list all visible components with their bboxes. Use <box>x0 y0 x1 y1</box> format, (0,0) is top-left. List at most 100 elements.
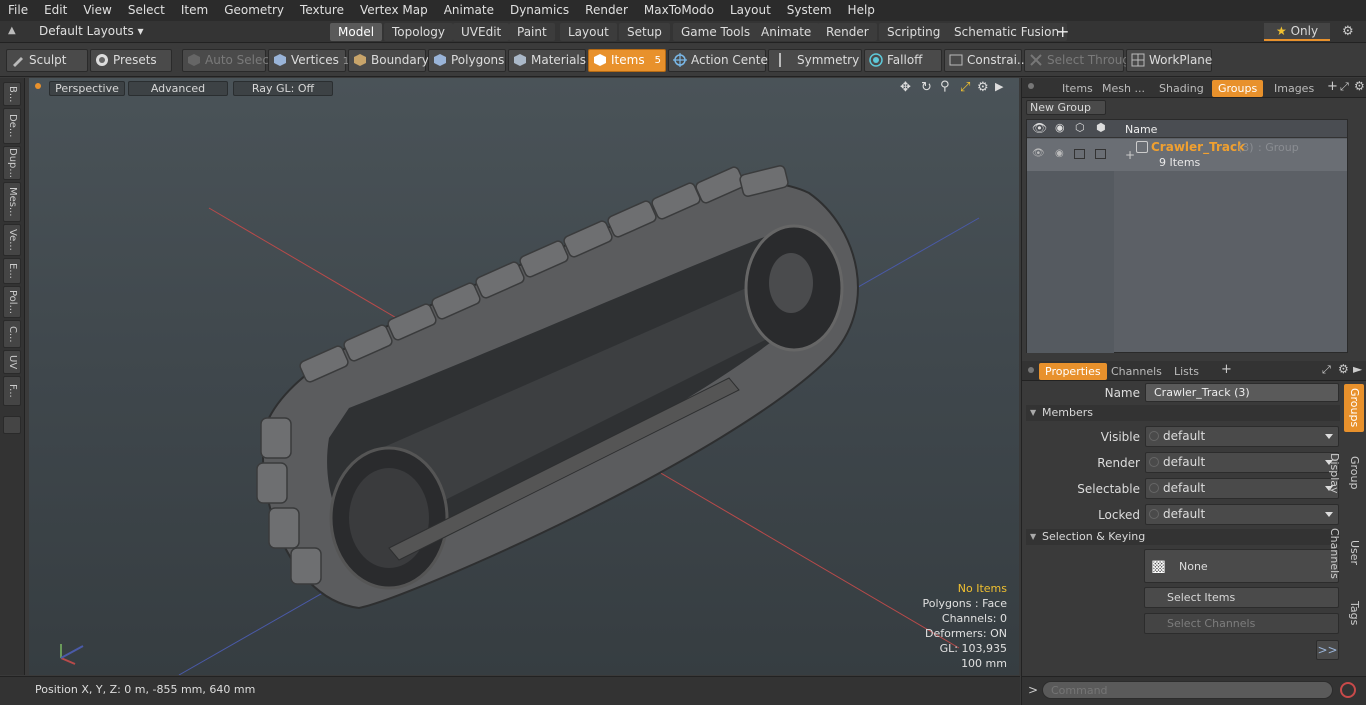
selectable-dropdown[interactable]: default <box>1145 478 1339 499</box>
menu-layout[interactable]: Layout <box>722 0 779 21</box>
presets-button[interactable]: Presets <box>90 49 172 72</box>
layout-arrow-icon[interactable]: ▲ <box>8 25 16 36</box>
render-dropdown[interactable]: default <box>1145 452 1339 473</box>
new-group-button[interactable]: New Group <box>1026 100 1106 115</box>
properties-gear-icon[interactable]: ⚙ <box>1338 362 1349 376</box>
perspective-dropdown[interactable]: Perspective <box>49 81 125 96</box>
tool-tab-basic[interactable]: B... <box>3 82 21 106</box>
menu-edit[interactable]: Edit <box>36 0 75 21</box>
tab-layout[interactable]: Layout <box>560 23 617 41</box>
tool-tab-deform[interactable]: De... <box>3 108 21 144</box>
tab-shading[interactable]: Shading <box>1153 80 1210 97</box>
tab-mesh[interactable]: Mesh ... <box>1096 80 1151 97</box>
properties-options-icon[interactable] <box>1028 367 1034 373</box>
tab-uvedit[interactable]: UVEdit <box>453 23 510 41</box>
rotate-view-icon[interactable]: ↻ <box>921 80 932 95</box>
menu-view[interactable]: View <box>75 0 119 21</box>
tool-tab-vertex[interactable]: Ve... <box>3 224 21 256</box>
add-panel-tab-icon[interactable]: + <box>1327 79 1338 94</box>
side-tab-group-display[interactable]: Group Display <box>1328 436 1364 510</box>
sculpt-button[interactable]: Sculpt <box>6 49 88 72</box>
panel-gear-icon[interactable]: ⚙ <box>1354 79 1365 93</box>
viewport-options-icon[interactable] <box>35 83 41 89</box>
keying-state-button[interactable]: ▩ None <box>1144 549 1339 583</box>
action-center-button[interactable]: Action Center <box>668 49 773 72</box>
menu-texture[interactable]: Texture <box>292 0 352 21</box>
falloff-button[interactable]: Falloff <box>864 49 942 72</box>
tool-tab-duplicate[interactable]: Dup... <box>3 146 21 180</box>
menu-vertex-map[interactable]: Vertex Map <box>352 0 436 21</box>
select-through-button[interactable]: Select Through <box>1024 49 1138 72</box>
tab-topology[interactable]: Topology <box>384 23 453 41</box>
maximize-icon[interactable]: ⤢ <box>1340 80 1349 94</box>
tab-lists[interactable]: Lists <box>1168 363 1205 380</box>
tab-setup[interactable]: Setup <box>619 23 670 41</box>
auto-select-button[interactable]: Auto Select <box>182 49 274 72</box>
vertices-button[interactable]: Vertices 1 <box>268 49 349 72</box>
select-channels-button[interactable]: Select Channels <box>1144 613 1339 634</box>
tool-tab-mesh-edit[interactable]: Mes... <box>3 182 21 222</box>
record-icon[interactable] <box>1340 682 1356 698</box>
select-items-button[interactable]: Select Items <box>1144 587 1339 608</box>
tab-game-tools[interactable]: Game Tools <box>673 23 759 41</box>
side-tab-groups[interactable]: Groups <box>1344 384 1364 432</box>
row-lock-checkbox[interactable] <box>1074 149 1085 159</box>
more-button[interactable]: >> <box>1316 640 1339 660</box>
tool-tab-polygon[interactable]: Pol... <box>3 286 21 318</box>
polygons-button[interactable]: Polygons <box>428 49 506 72</box>
tab-groups[interactable]: Groups <box>1212 80 1264 97</box>
tab-schematic-fusion[interactable]: Schematic Fusion <box>946 23 1068 41</box>
only-toggle[interactable]: ★ Only <box>1264 23 1330 41</box>
visible-dropdown[interactable]: default <box>1145 426 1339 447</box>
zoom-view-icon[interactable]: ⚲ <box>940 79 950 94</box>
menu-select[interactable]: Select <box>120 0 173 21</box>
menu-render[interactable]: Render <box>577 0 636 21</box>
tool-tab-edge[interactable]: E... <box>3 258 21 284</box>
items-button[interactable]: Items 5 <box>588 49 666 72</box>
tool-tab-uv[interactable]: UV <box>3 350 21 374</box>
expand-icon[interactable]: + <box>1125 148 1135 162</box>
tool-tab-extra[interactable] <box>3 416 21 434</box>
panel-options-icon[interactable] <box>1028 83 1034 89</box>
tab-properties[interactable]: Properties <box>1039 363 1107 380</box>
menu-system[interactable]: System <box>779 0 840 21</box>
add-tab-icon[interactable]: + <box>1056 22 1069 41</box>
symmetry-button[interactable]: Symmetry <box>768 49 862 72</box>
move-view-icon[interactable]: ✥ <box>900 80 911 95</box>
menu-item[interactable]: Item <box>173 0 216 21</box>
row-visibility-icon[interactable]: 👁 <box>1032 148 1045 159</box>
tool-tab-fusion[interactable]: F... <box>3 376 21 406</box>
viewport-expand-icon[interactable]: ▶ <box>995 80 1003 93</box>
row-render-icon[interactable]: ◉ <box>1055 148 1064 159</box>
tab-items[interactable]: Items <box>1056 80 1099 97</box>
tab-channels[interactable]: Channels <box>1105 363 1168 380</box>
menu-animate[interactable]: Animate <box>436 0 502 21</box>
properties-close-icon[interactable]: ► <box>1353 362 1362 376</box>
tab-render[interactable]: Render <box>818 23 877 41</box>
tab-animate[interactable]: Animate <box>753 23 820 41</box>
properties-maximize-icon[interactable]: ⤢ <box>1322 363 1331 377</box>
default-layouts-dropdown[interactable]: Default Layouts ▾ <box>39 24 144 38</box>
tab-paint[interactable]: Paint <box>509 23 555 41</box>
menu-file[interactable]: File <box>0 0 36 21</box>
menu-dynamics[interactable]: Dynamics <box>502 0 577 21</box>
tab-model[interactable]: Model <box>330 23 383 41</box>
add-properties-tab-icon[interactable]: + <box>1221 362 1232 377</box>
locked-dropdown[interactable]: default <box>1145 504 1339 525</box>
advanced-dropdown[interactable]: Advanced <box>128 81 228 96</box>
group-row[interactable]: 👁 ◉ + Crawler_Track (3) : Group 9 Items <box>1027 139 1347 171</box>
menu-help[interactable]: Help <box>840 0 883 21</box>
workplane-button[interactable]: WorkPlane <box>1126 49 1212 72</box>
gear-icon[interactable]: ⚙ <box>1342 24 1354 39</box>
menu-maxtomodo[interactable]: MaxToModo <box>636 0 722 21</box>
fit-view-icon[interactable]: ⤢ <box>960 80 970 95</box>
tab-scripting[interactable]: Scripting <box>879 23 949 41</box>
viewport-gear-icon[interactable]: ⚙ <box>977 80 989 95</box>
side-tab-user-channels[interactable]: User Channels <box>1328 514 1364 592</box>
row-select-checkbox[interactable] <box>1095 149 1106 159</box>
materials-button[interactable]: Materials <box>508 49 586 72</box>
raygl-toggle[interactable]: Ray GL: Off <box>233 81 333 96</box>
command-input[interactable] <box>1042 681 1333 699</box>
tab-images[interactable]: Images <box>1268 80 1320 97</box>
side-tab-tags[interactable]: Tags <box>1344 596 1364 630</box>
